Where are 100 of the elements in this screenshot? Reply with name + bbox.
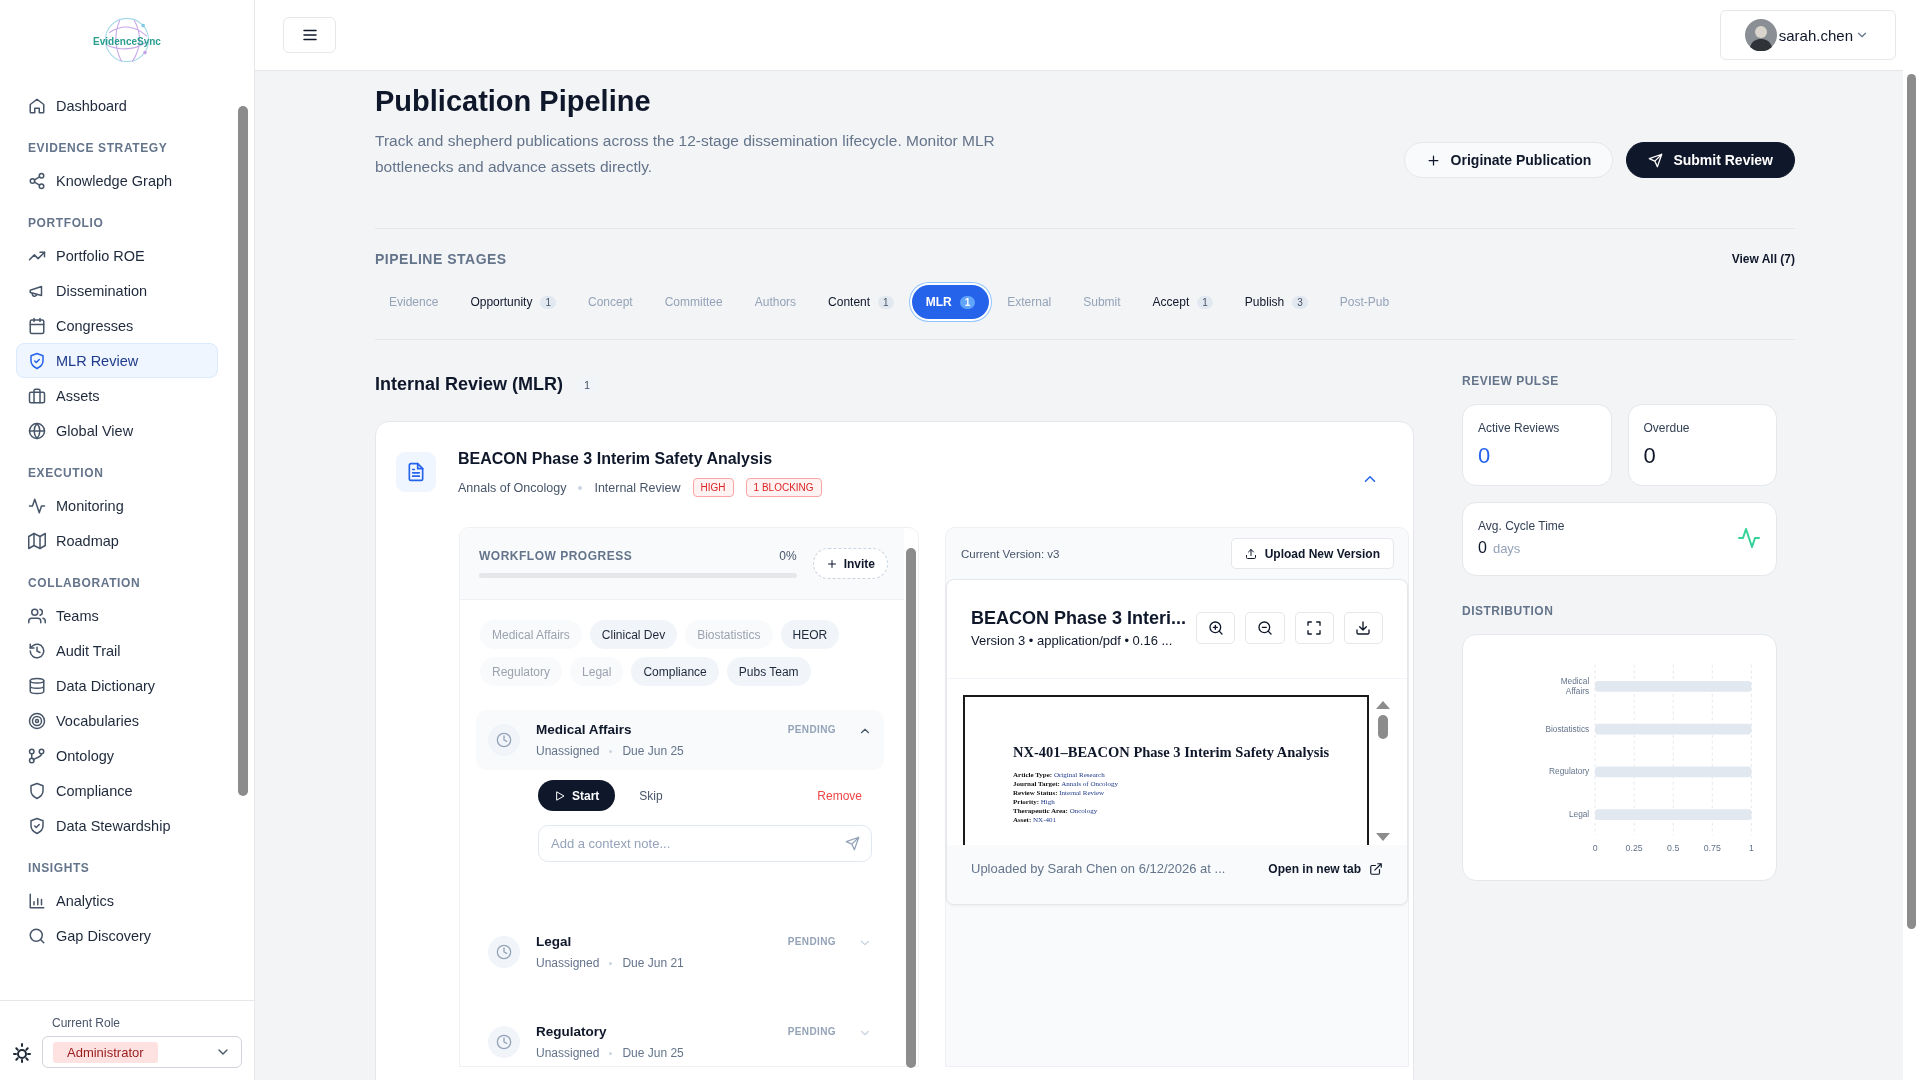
section-heading: DISTRIBUTION <box>1462 604 1555 618</box>
nav-item[interactable]: Compliance <box>16 773 218 808</box>
stage-tab[interactable]: Content 1 <box>814 285 908 319</box>
category-label: Regulatory <box>1549 766 1590 777</box>
fullscreen-button[interactable] <box>1294 612 1334 644</box>
count-badge: 1 <box>959 295 976 309</box>
nav-item[interactable]: Roadmap <box>16 523 218 558</box>
assignee: Unassigned <box>536 1046 600 1060</box>
nav-item[interactable]: Dashboard <box>16 88 218 123</box>
external-link-icon <box>1369 861 1383 876</box>
team-chip[interactable]: HEOR <box>780 620 840 649</box>
nav-item[interactable]: Data Dictionary <box>16 668 218 703</box>
stage-tab[interactable]: Publish 3 <box>1230 285 1322 319</box>
zoom-in-button[interactable] <box>1196 612 1236 644</box>
stage-tab[interactable]: Accept 1 <box>1138 285 1227 319</box>
step-name: Medical Affairs <box>536 722 633 737</box>
history-icon <box>28 641 46 660</box>
tick-label: 0.25 <box>1625 843 1643 854</box>
status-label: PENDING <box>787 724 836 735</box>
upload-button[interactable]: Upload New Version <box>1230 538 1394 569</box>
review-step[interactable]: Medical Affairs Unassigned Due Jun 25 PENDING <box>476 710 884 770</box>
review-step[interactable]: Regulatory Unassigned Due Jun 25 PENDING <box>476 1012 884 1072</box>
assignee: Unassigned <box>536 744 600 758</box>
download-button[interactable] <box>1343 612 1383 644</box>
clock-icon <box>496 732 512 748</box>
zoom-out-button[interactable] <box>1245 612 1285 644</box>
download-icon <box>1355 620 1372 636</box>
count-badge: 3 <box>1292 295 1308 309</box>
plus-icon <box>825 557 838 570</box>
pulse-icon <box>1737 526 1761 550</box>
nav-item[interactable]: Global View <box>16 413 218 448</box>
zoom-in-icon <box>1207 620 1224 636</box>
nav-item[interactable]: Knowledge Graph <box>16 163 218 198</box>
stat-value: 0 <box>1643 443 1657 469</box>
nav-item[interactable]: Congresses <box>16 308 218 343</box>
team-chip[interactable]: Compliance <box>631 657 719 686</box>
nav-item[interactable]: Portfolio ROE <box>16 238 218 273</box>
stat-value: 0 <box>1478 539 1487 557</box>
nav-item[interactable]: Vocabularies <box>16 703 218 738</box>
search-icon <box>28 926 46 945</box>
section-heading: REVIEW PULSE <box>1462 374 1560 388</box>
originate-button[interactable]: Originate Publication <box>1403 142 1614 178</box>
nav-item[interactable]: MLR Review <box>16 343 218 378</box>
nav-item[interactable]: Audit Trail <box>16 633 218 668</box>
separator-dot <box>609 961 613 965</box>
fullscreen-icon <box>1306 620 1323 636</box>
menu-button[interactable] <box>283 17 336 53</box>
nav-item[interactable]: Dissemination <box>16 273 218 308</box>
nav-item[interactable]: Teams <box>16 598 218 633</box>
nav-item[interactable]: Assets <box>16 378 218 413</box>
team-chip[interactable]: Pubs Team <box>726 657 811 686</box>
view-all-link[interactable]: View All (7) <box>1731 252 1795 266</box>
journal-name: Annals of Oncology <box>458 480 567 495</box>
page-title: Publication Pipeline <box>375 85 652 118</box>
shield-check-icon <box>28 816 46 835</box>
play-icon <box>554 789 566 802</box>
category-label: Legal <box>1568 809 1590 819</box>
remove-button[interactable]: Remove <box>807 788 872 803</box>
nav-item[interactable]: Monitoring <box>16 488 218 523</box>
invite-button[interactable]: Invite <box>812 548 888 579</box>
start-button[interactable]: Start <box>538 780 616 811</box>
share-icon <box>28 171 46 190</box>
send-icon[interactable] <box>845 836 860 851</box>
section-heading: PORTFOLIO <box>27 215 105 232</box>
clock-icon <box>496 1034 512 1050</box>
nav-item[interactable]: Ontology <box>16 738 218 773</box>
zoom-out-icon <box>1256 620 1273 636</box>
clock-icon <box>496 944 512 960</box>
stat-label: Active Reviews <box>1478 421 1561 435</box>
separator-dot <box>609 749 613 753</box>
count-badge: 1 <box>878 295 894 309</box>
target-icon <box>28 711 46 730</box>
tick-label: 0.5 <box>1667 843 1680 854</box>
stage-tab[interactable]: MLR 1 <box>911 285 990 319</box>
skip-button[interactable]: Skip <box>629 788 673 803</box>
sun-icon[interactable] <box>10 1040 34 1064</box>
count-badge: 1 <box>1197 295 1213 309</box>
open-link[interactable]: Open in new tab <box>1268 861 1383 876</box>
upload-icon <box>1244 547 1257 560</box>
team-chip[interactable]: Clinical Dev <box>589 620 678 649</box>
step-name: Legal <box>536 934 573 949</box>
review-step[interactable]: Legal Unassigned Due Jun 21 PENDING <box>476 922 884 982</box>
section-heading: COLLABORATION <box>27 575 142 592</box>
plus-icon <box>1425 152 1441 168</box>
note-field[interactable]: Add a context note... <box>538 825 872 862</box>
count-badge: 1 <box>540 295 556 309</box>
shield-icon <box>28 781 46 800</box>
due-date: Due Jun 21 <box>622 956 684 970</box>
nav-item[interactable]: Gap Discovery <box>16 918 218 953</box>
nav-item[interactable]: Analytics <box>16 883 218 918</box>
stage-tab[interactable]: Opportunity 1 <box>456 285 570 319</box>
user-menu[interactable]: sarah.chen <box>1719 10 1896 60</box>
section-heading: EVIDENCE STRATEGY <box>27 140 169 157</box>
submit-review-button[interactable]: Submit Review <box>1626 142 1795 178</box>
shield-check-icon <box>28 351 46 370</box>
role-select[interactable]: Administrator <box>42 1036 242 1068</box>
progress-percent: 0% <box>779 549 797 563</box>
pulse-icon <box>28 496 46 515</box>
due-date: Due Jun 25 <box>622 1046 684 1060</box>
nav-item[interactable]: Data Stewardship <box>16 808 218 843</box>
